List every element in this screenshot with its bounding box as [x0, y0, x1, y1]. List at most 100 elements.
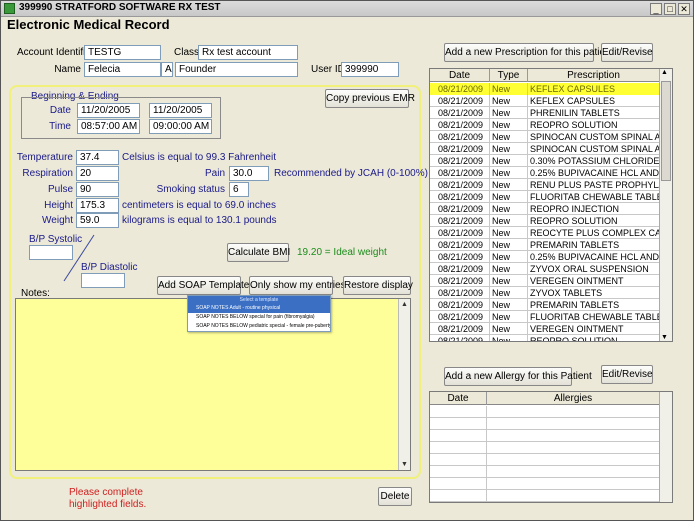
table-row[interactable]: 08/21/2009NewREOCYTE PLUS COMPLEX CAPSU: [430, 227, 660, 239]
table-row[interactable]: [430, 442, 660, 454]
middle-initial-field[interactable]: A: [161, 62, 173, 77]
end-date-field[interactable]: 11/20/2005: [149, 103, 212, 118]
close-button[interactable]: ✕: [678, 3, 690, 15]
height-field[interactable]: 175.3: [76, 198, 119, 213]
only-show-my-entries-button[interactable]: Only show my entries: [249, 276, 346, 295]
cell-type: New: [490, 275, 528, 287]
bp-diastolic-field[interactable]: [81, 273, 125, 288]
scroll-down-icon[interactable]: ▼: [399, 459, 410, 470]
table-row[interactable]: 08/21/2009 New REOPRO SOLUTION: [430, 335, 660, 341]
table-row[interactable]: 08/21/2009 New PREMARIN TABLETS: [430, 299, 660, 311]
cell-date: 08/21/2009: [430, 119, 490, 131]
begin-time-field[interactable]: 08:57:00 AM: [77, 119, 140, 134]
cell-type: New: [490, 179, 528, 191]
table-row[interactable]: [430, 478, 660, 490]
app-title: Electronic Medical Record: [7, 17, 170, 32]
add-allergy-button[interactable]: Add a new Allergy for this Patient: [444, 367, 592, 386]
cell-type: New: [490, 323, 528, 335]
table-row[interactable]: 08/21/2009 New REOPRO INJECTION: [430, 203, 660, 215]
scroll-down-icon[interactable]: ▼: [661, 334, 668, 341]
user-id-field[interactable]: 399990: [341, 62, 399, 77]
table-row[interactable]: 08/21/2009New0.25% BUPIVACAINE HCL AND E…: [430, 167, 660, 179]
cell-allergy: [487, 430, 660, 442]
table-row[interactable]: [430, 406, 660, 418]
table-row[interactable]: 08/21/2009 New REOPRO SOLUTION: [430, 119, 660, 131]
weight-field[interactable]: 59.0: [76, 213, 119, 228]
table-row[interactable]: 08/21/2009 New KEFLEX CAPSULES: [430, 95, 660, 107]
table-row[interactable]: 08/21/2009 New ZYVOX ORAL SUSPENSION: [430, 263, 660, 275]
respiration-field[interactable]: 20: [76, 166, 119, 181]
table-row[interactable]: 08/21/2009New0.25% BUPIVACAINE HCL AND E…: [430, 251, 660, 263]
cell-type: New: [490, 95, 528, 107]
cell-prescription: REOPRO SOLUTION: [528, 215, 660, 227]
notes-scrollbar[interactable]: ▲ ▼: [398, 299, 410, 470]
table-row[interactable]: [430, 418, 660, 430]
prescriptions-scrollbar[interactable]: ▲ ▼: [659, 69, 672, 341]
table-row[interactable]: [430, 466, 660, 478]
cell-date: 08/21/2009: [430, 299, 490, 311]
table-row[interactable]: 08/21/2009 New VEREGEN OINTMENT: [430, 323, 660, 335]
cell-allergy: [487, 454, 660, 466]
table-row[interactable]: [430, 454, 660, 466]
allergies-scrollbar[interactable]: [659, 392, 672, 502]
restore-display-button[interactable]: Restore display: [343, 276, 413, 295]
delete-button[interactable]: Delete: [378, 487, 412, 506]
account-identifier-field[interactable]: TESTG: [84, 45, 161, 60]
table-row[interactable]: 08/21/2009 New ZYVOX TABLETS: [430, 287, 660, 299]
cell-date: 08/21/2009: [430, 167, 490, 179]
soap-template-dropdown[interactable]: Select a template SOAP NOTES Adult - rou…: [187, 295, 331, 332]
cell-prescription: PHRENILIN TABLETS: [528, 107, 660, 119]
soap-template-option[interactable]: SOAP NOTES BELOW pediatric special - fem…: [188, 322, 330, 331]
column-header-date[interactable]: Date: [430, 392, 487, 405]
pain-field[interactable]: 30.0: [229, 166, 269, 181]
last-name-field[interactable]: Founder: [175, 62, 298, 77]
table-row[interactable]: [430, 430, 660, 442]
table-row[interactable]: 08/21/2009 New PHRENILIN TABLETS: [430, 107, 660, 119]
soap-template-option[interactable]: SOAP NOTES Adult - routine physical: [188, 304, 330, 313]
class-field[interactable]: Rx test account: [198, 45, 298, 60]
column-header-type[interactable]: Type: [490, 69, 528, 82]
cell-type: New: [490, 119, 528, 131]
cell-prescription: FLUORITAB CHEWABLE TABLETS: [530, 191, 660, 203]
temperature-field[interactable]: 37.4: [76, 150, 119, 165]
table-row[interactable]: 08/21/2009NewSPINOCAN CUSTOM SPINAL ANES: [430, 143, 660, 155]
smoking-status-field[interactable]: 6: [229, 182, 249, 197]
edit-prescription-button[interactable]: Edit/Revise: [601, 43, 653, 62]
add-prescription-button[interactable]: Add a new Prescription for this patient: [444, 43, 613, 62]
table-row[interactable]: 08/21/2009 New FLUORITAB CHEWABLE TABLETS: [430, 311, 660, 323]
column-header-prescription[interactable]: Prescription: [528, 69, 660, 82]
account-identifier-label: Account Identifier: [17, 47, 95, 58]
cell-prescription: RENU PLUS PASTE PROPHYLAXID: [530, 179, 660, 191]
add-soap-template-button[interactable]: Add SOAP Template: [157, 276, 249, 295]
scroll-up-icon[interactable]: ▲: [399, 299, 410, 310]
cell-prescription: VEREGEN OINTMENT: [528, 275, 660, 287]
copy-previous-emr-button[interactable]: Copy previous EMR: [325, 89, 415, 108]
soap-template-option[interactable]: SOAP NOTES BELOW special for pain (fibro…: [188, 313, 330, 322]
soap-dropdown-header: Select a template: [188, 296, 330, 304]
scroll-thumb[interactable]: [661, 81, 671, 181]
cell-type: New: [490, 143, 528, 155]
table-row[interactable]: 08/21/2009 New REOPRO SOLUTION: [430, 215, 660, 227]
table-row[interactable]: [430, 490, 660, 502]
first-name-field[interactable]: Felecia: [84, 62, 161, 77]
begin-date-field[interactable]: 11/20/2005: [77, 103, 140, 118]
end-time-field[interactable]: 09:00:00 AM: [149, 119, 212, 134]
minimize-button[interactable]: _: [650, 3, 662, 15]
table-row[interactable]: ▸08/21/2009NewKEFLEX CAPSULES: [430, 83, 660, 95]
table-row[interactable]: 08/21/2009 New PREMARIN TABLETS: [430, 239, 660, 251]
column-header-date[interactable]: Date: [430, 69, 490, 82]
pulse-field[interactable]: 90: [76, 182, 119, 197]
column-header-allergies[interactable]: Allergies: [487, 392, 660, 405]
table-row[interactable]: 08/21/2009NewSPINOCAN CUSTOM SPINAL ANES: [430, 131, 660, 143]
maximize-button[interactable]: □: [664, 3, 676, 15]
calculate-bmi-button[interactable]: Calculate BMI: [227, 243, 290, 262]
table-row[interactable]: 08/21/2009 New VEREGEN OINTMENT: [430, 275, 660, 287]
edit-allergy-button[interactable]: Edit/Revise: [601, 365, 653, 384]
cell-prescription: PREMARIN TABLETS: [528, 239, 660, 251]
table-row[interactable]: 08/21/2009New0.30% POTASSIUM CHLORIDE IN…: [430, 155, 660, 167]
cell-allergy: [487, 478, 660, 490]
table-row[interactable]: 08/21/2009NewRENU PLUS PASTE PROPHYLAXID: [430, 179, 660, 191]
scroll-up-icon[interactable]: ▲: [661, 69, 668, 76]
class-label: Class: [174, 47, 200, 58]
table-row[interactable]: 08/21/2009 New FLUORITAB CHEWABLE TABLETS: [430, 191, 660, 203]
